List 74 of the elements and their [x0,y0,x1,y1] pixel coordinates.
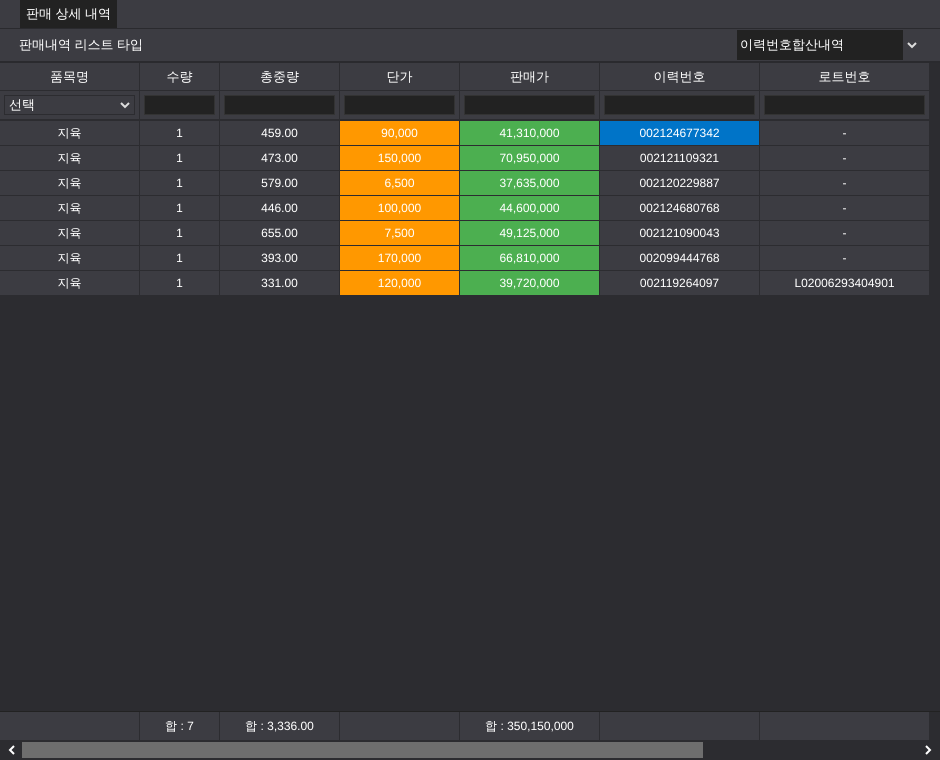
table-cell: 70,950,000 [460,146,600,171]
table-cell: 지육 [0,196,140,221]
table-cell: 120,000 [340,271,460,296]
table-cell: 1 [140,171,220,196]
table-cell: 1 [140,221,220,246]
chevron-down-icon [120,101,130,109]
table-cell: 1 [140,271,220,296]
filter-select[interactable]: 선택 [4,95,135,115]
table-cell: - [760,121,930,146]
table-cell: 7,500 [340,221,460,246]
tab[interactable]: 판매 상세 내역 [20,0,118,28]
table-cell: 002124680768 [600,196,760,221]
table-cell: 002099444768 [600,246,760,271]
table-cell: 473.00 [220,146,340,171]
scroll-right-icon[interactable] [924,745,932,755]
table-cell: 지육 [0,271,140,296]
column-header[interactable]: 수량 [140,63,220,91]
table-cell: 002120229887 [600,171,760,196]
table-cell: 49,125,000 [460,221,600,246]
column-header[interactable]: 판매가 [460,63,600,91]
table-cell: 지육 [0,221,140,246]
column-header[interactable]: 단가 [340,63,460,91]
table-cell: 지육 [0,171,140,196]
scroll-left-icon[interactable] [8,745,16,755]
table-cell: 579.00 [220,171,340,196]
table-cell: 66,810,000 [460,246,600,271]
list-type-label: 판매내역 리스트 타입 [19,36,144,54]
table-cell: 44,600,000 [460,196,600,221]
table-cell: 170,000 [340,246,460,271]
list-type-dropdown[interactable]: 이력번호합산내역 [737,30,903,60]
column-header[interactable]: 품목명 [0,63,140,91]
footer-cell: 합 : 350,150,000 [460,712,600,740]
table-cell: 331.00 [220,271,340,296]
table-cell: 90,000 [340,121,460,146]
table-cell: 002124677342 [600,121,760,146]
footer-cell: 합 : 3,336.00 [220,712,340,740]
table-cell: 1 [140,146,220,171]
table-cell: 393.00 [220,246,340,271]
table-cell: 446.00 [220,196,340,221]
table-cell: 1 [140,121,220,146]
chevron-down-icon [907,41,917,49]
filter-field[interactable] [224,95,335,115]
scrollbar-thumb[interactable] [22,742,703,758]
table-cell: 1 [140,246,220,271]
table-cell: - [760,146,930,171]
table-cell: 002121109321 [600,146,760,171]
footer-cell: 합 : 7 [140,712,220,740]
column-header[interactable]: 이력번호 [600,63,760,91]
table-cell: 100,000 [340,196,460,221]
table-cell: - [760,246,930,271]
table-cell: 459.00 [220,121,340,146]
table-cell: 002119264097 [600,271,760,296]
table-cell: - [760,171,930,196]
table-cell: 002121090043 [600,221,760,246]
table-cell: 150,000 [340,146,460,171]
table-cell: 지육 [0,246,140,271]
filter-field[interactable] [464,95,595,115]
column-header[interactable]: 총중량 [220,63,340,91]
filter-field[interactable] [764,95,925,115]
table-cell: 39,720,000 [460,271,600,296]
table-cell: 6,500 [340,171,460,196]
table-cell: - [760,196,930,221]
filter-field[interactable] [144,95,215,115]
table-cell: - [760,221,930,246]
table-cell: 지육 [0,121,140,146]
filter-field[interactable] [344,95,455,115]
table-cell: 37,635,000 [460,171,600,196]
table-cell: 1 [140,196,220,221]
column-header[interactable]: 로트번호 [760,63,930,91]
table-cell: 41,310,000 [460,121,600,146]
table-cell: 지육 [0,146,140,171]
table-cell: 655.00 [220,221,340,246]
table-cell: L02006293404901 [760,271,930,296]
filter-field[interactable] [604,95,755,115]
